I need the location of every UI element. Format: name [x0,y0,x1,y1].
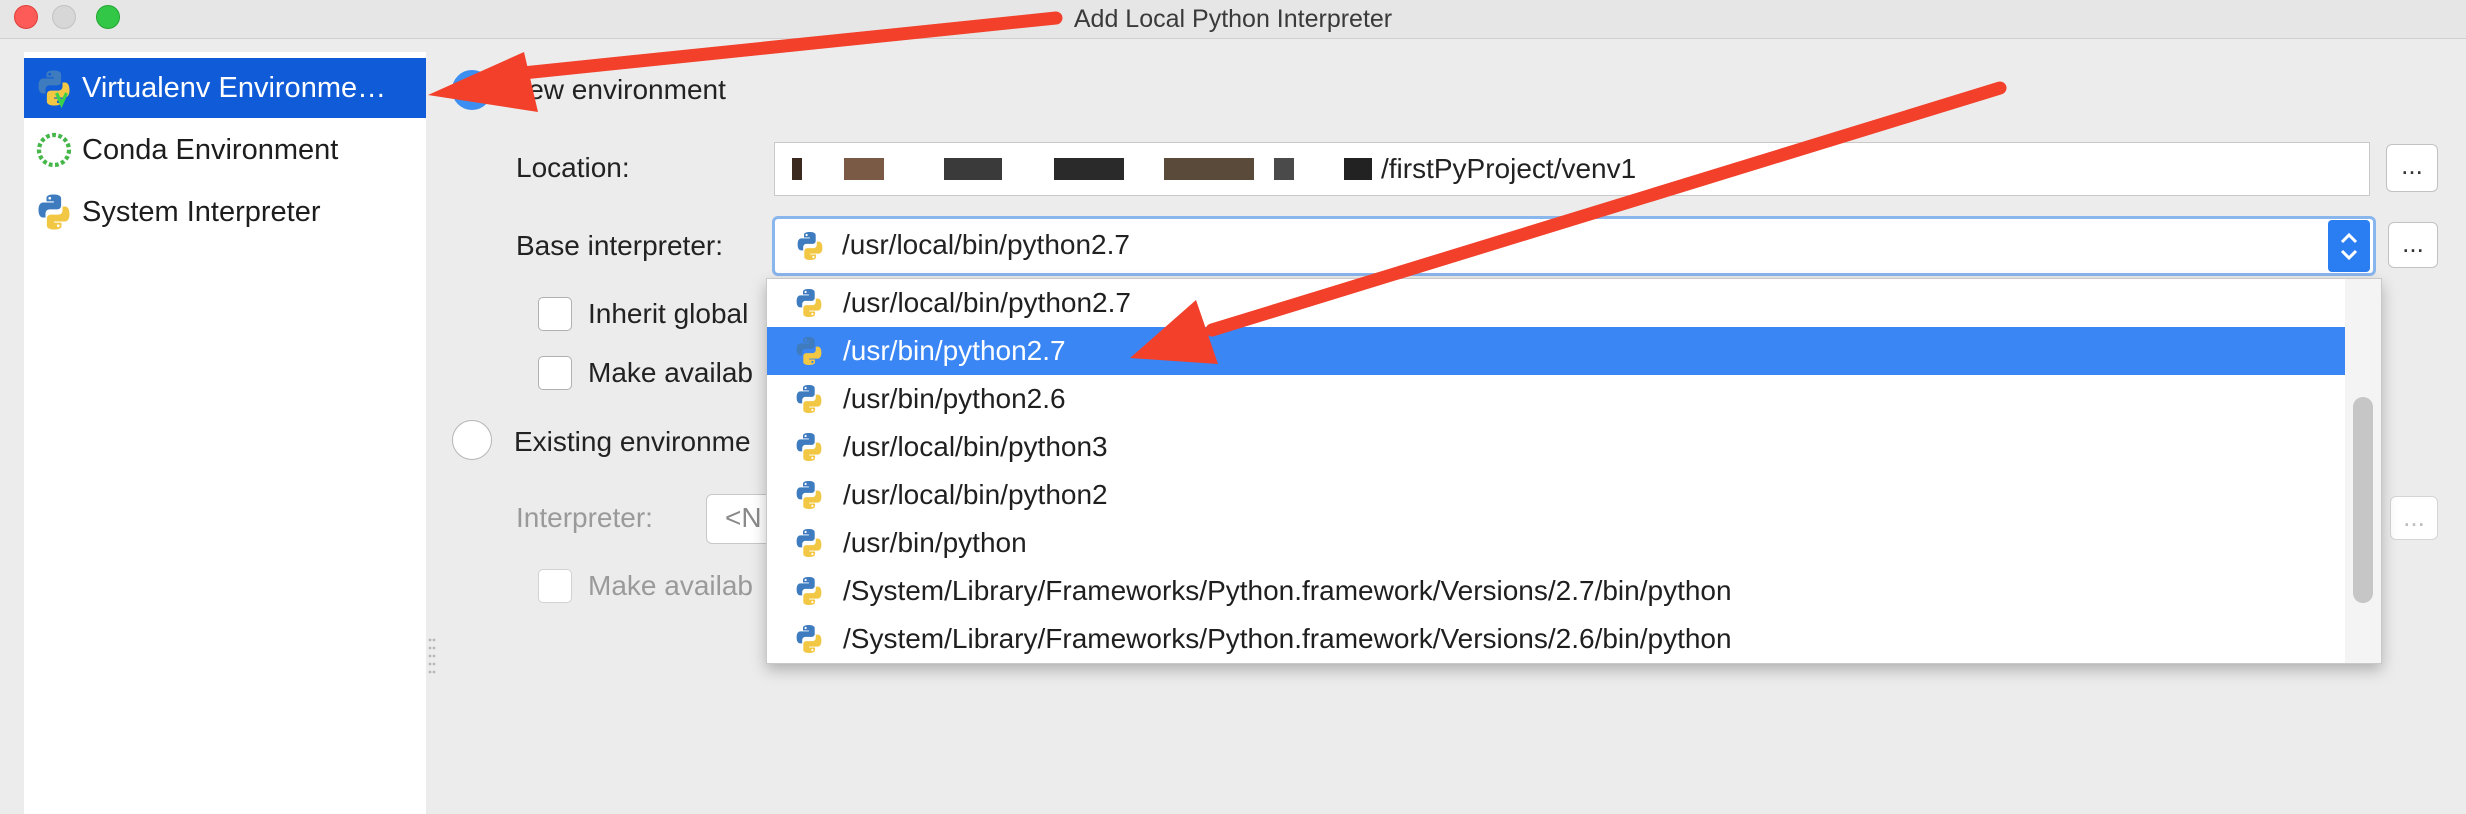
annotation-arrows [428,11,2007,364]
annotation-arrow-to-option [1130,81,2007,364]
annotation-arrow-to-sidebar [428,11,1063,112]
